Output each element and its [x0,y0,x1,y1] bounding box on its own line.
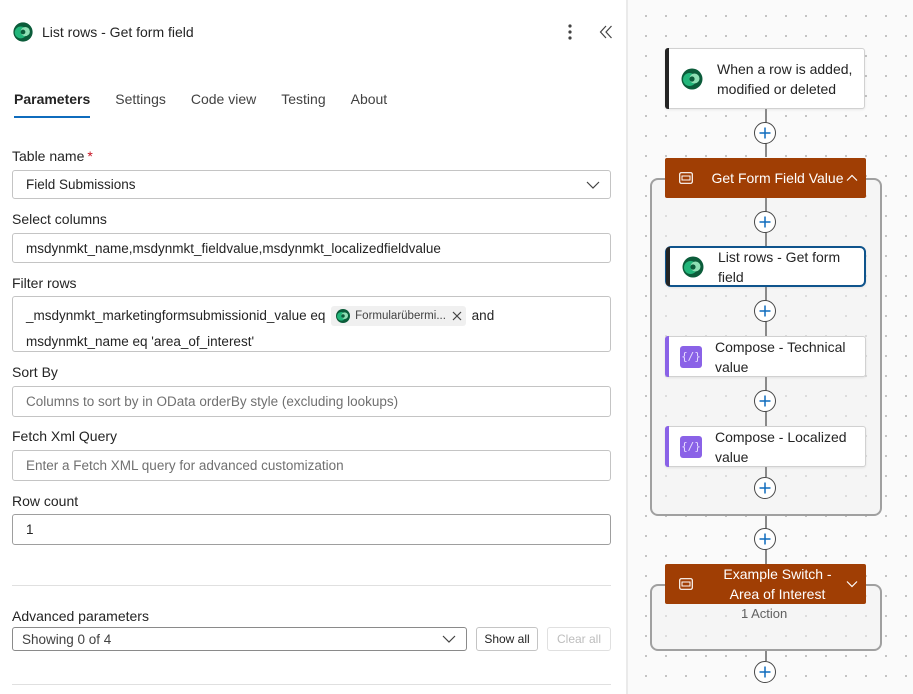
row-count-label: Row count [12,493,79,509]
table-name-select[interactable]: Field Submissions [12,170,611,199]
dataverse-icon [13,22,33,42]
compose-localized-card[interactable]: {/} Compose - Localized value [665,426,866,467]
compose-technical-card[interactable]: {/} Compose - Technical value [665,336,866,377]
select-columns-label: Select columns [12,211,107,227]
more-options-button[interactable] [560,22,580,42]
dynamic-content-token[interactable]: Formularübermi... [331,306,466,327]
advanced-parameters-value: Showing 0 of 4 [22,631,112,647]
trigger-label: When a row is added, modified or deleted [717,60,853,97]
scope-title: Get Form Field Value [711,170,844,186]
plus-icon [759,127,771,139]
sort-by-label: Sort By [12,364,58,380]
list-rows-label: List rows - Get form field [718,248,841,285]
filter-rows-label: Filter rows [12,275,77,291]
card-accent [665,426,669,467]
show-all-button[interactable]: Show all [476,627,538,651]
table-name-value: Field Submissions [26,177,136,192]
required-mark: * [87,148,93,164]
add-step-button[interactable] [754,211,776,233]
panel-title: List rows - Get form field [42,24,194,40]
dataverse-icon [336,309,351,324]
switch-header[interactable]: Example Switch - Area of Interest [665,564,866,604]
filter-rows-input[interactable]: _msdynmkt_marketingformsubmissionid_valu… [12,296,611,352]
row-count-input[interactable]: 1 [12,514,611,545]
compose-icon: {/} [680,345,702,368]
filter-line-1: _msdynmkt_marketingformsubmissionid_valu… [26,303,597,329]
tab-testing[interactable]: Testing [281,88,325,120]
table-name-label: Table name * [12,148,93,164]
connector [765,467,767,477]
add-step-button[interactable] [754,528,776,550]
chevron-down-icon [442,635,456,643]
panel-header: List rows - Get form field [12,20,194,44]
fetch-xml-placeholder: Enter a Fetch XML query for advanced cus… [26,458,344,473]
fetch-xml-label: Fetch Xml Query [12,428,118,444]
fetch-xml-input[interactable]: Enter a Fetch XML query for advanced cus… [12,450,611,481]
compose-localized-label: Compose - Localized value [715,428,847,465]
connector [765,651,767,661]
tab-parameters[interactable]: Parameters [14,88,91,120]
scope-icon [679,172,693,184]
row-count-value: 1 [26,522,34,537]
add-step-button[interactable] [754,300,776,322]
tab-code-view[interactable]: Code view [191,88,256,120]
switch-title: Example Switch - Area of Interest [723,566,832,602]
add-step-button[interactable] [754,477,776,499]
card-accent [665,336,669,377]
table-name-label-text: Table name [12,148,85,164]
filter-suffix: and [471,308,495,323]
plus-icon [759,216,771,228]
filter-prefix: _msdynmkt_marketingformsubmissionid_valu… [26,308,326,323]
advanced-parameters-select[interactable]: Showing 0 of 4 [12,627,467,651]
plus-icon [759,395,771,407]
card-accent [666,247,670,286]
action-details-panel: List rows - Get form field Parameters Se… [0,0,626,694]
dataverse-icon [682,256,704,277]
plus-icon [759,666,771,678]
close-icon[interactable] [452,311,462,321]
tab-settings[interactable]: Settings [115,88,166,120]
advanced-parameters-label: Advanced parameters [12,608,149,624]
tab-about[interactable]: About [351,88,388,120]
trigger-card[interactable]: When a row is added, modified or deleted [665,48,865,109]
chevron-down-icon[interactable] [846,581,858,588]
plus-icon [759,533,771,545]
chevron-down-icon [586,181,600,189]
select-columns-input[interactable]: msdynmkt_name,msdynmkt_fieldvalue,msdynm… [12,233,611,263]
dataverse-icon [681,68,703,89]
token-label: Formularübermi... [355,310,446,323]
compose-technical-label: Compose - Technical value [715,338,846,375]
panel-tabs: Parameters Settings Code view Testing Ab… [14,88,412,122]
divider [12,684,611,685]
add-step-button[interactable] [754,661,776,683]
flow-canvas: When a row is added, modified or deleted… [628,0,913,694]
sort-by-placeholder: Columns to sort by in OData orderBy styl… [26,394,399,409]
filter-line-2: msdynmkt_name eq 'area_of_interest' [26,334,255,349]
more-vertical-icon [568,24,572,40]
scope-icon [679,578,693,590]
select-columns-value: msdynmkt_name,msdynmkt_fieldvalue,msdynm… [26,240,441,256]
card-accent [665,48,669,109]
plus-icon [759,482,771,494]
collapse-panel-button[interactable] [596,22,616,42]
list-rows-card[interactable]: List rows - Get form field [665,246,866,287]
compose-icon: {/} [680,435,702,458]
divider [12,585,611,586]
chevron-up-icon[interactable] [846,174,858,182]
switch-action-count: 1 Action [741,606,788,621]
add-step-button[interactable] [754,122,776,144]
add-step-button[interactable] [754,390,776,412]
double-chevron-left-icon [599,25,612,39]
scope-header[interactable]: Get Form Field Value [665,158,866,198]
clear-all-button[interactable]: Clear all [547,627,611,651]
sort-by-input[interactable]: Columns to sort by in OData orderBy styl… [12,386,611,417]
plus-icon [759,305,771,317]
